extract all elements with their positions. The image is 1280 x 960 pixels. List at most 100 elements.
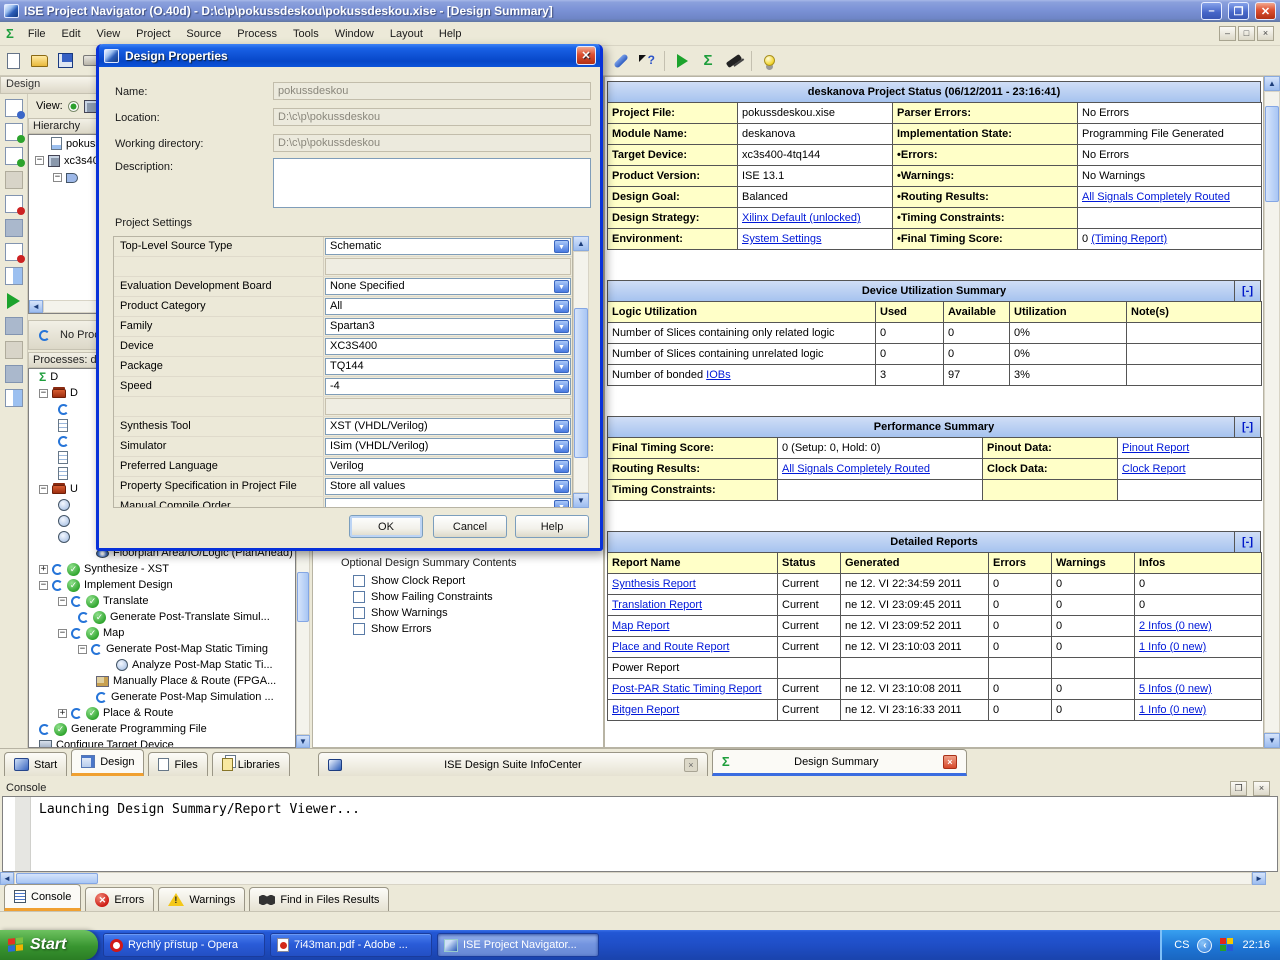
setting-dropdown[interactable]: Schematic	[325, 238, 571, 255]
tab-start[interactable]: Start	[4, 752, 67, 776]
expand-toggle-icon[interactable]: −	[53, 173, 62, 182]
chevron-down-icon[interactable]	[554, 280, 569, 293]
implementation-radio[interactable]	[68, 101, 79, 112]
process-item[interactable]: Generate Post-Map Simulation ...	[29, 689, 295, 705]
antivirus-tray-icon[interactable]	[1220, 938, 1234, 952]
expand-toggle-icon[interactable]: −	[39, 389, 48, 398]
checkbox[interactable]	[353, 575, 365, 587]
chevron-down-icon[interactable]	[554, 300, 569, 313]
setting-dropdown[interactable]: -4	[325, 378, 571, 395]
chevron-down-icon[interactable]	[554, 440, 569, 453]
mdi-close-icon[interactable]: ×	[1257, 26, 1274, 41]
tab-console[interactable]: Console	[4, 884, 81, 911]
chevron-down-icon[interactable]	[554, 360, 569, 373]
expand-toggle-icon[interactable]: −	[58, 597, 67, 606]
expand-toggle-icon[interactable]: −	[39, 485, 48, 494]
process-item[interactable]: − Translate	[29, 593, 295, 609]
run-process-icon[interactable]	[7, 293, 20, 309]
taskbar-item-ise[interactable]: ISE Project Navigator...	[437, 933, 599, 957]
menu-item[interactable]: View	[89, 25, 129, 43]
cancel-button[interactable]: Cancel	[433, 515, 507, 538]
mdi-restore-icon[interactable]: □	[1238, 26, 1255, 41]
process-item[interactable]: + Place & Route	[29, 705, 295, 721]
process-item[interactable]: − Implement Design	[29, 577, 295, 593]
menu-item[interactable]: Help	[431, 25, 470, 43]
analyze-icon[interactable]	[722, 49, 746, 73]
start-button[interactable]: Start	[0, 930, 98, 960]
chevron-down-icon[interactable]	[554, 340, 569, 353]
setting-dropdown[interactable]: Store all values	[325, 478, 571, 495]
menu-item[interactable]: Window	[327, 25, 382, 43]
expand-toggle-icon[interactable]: −	[39, 581, 48, 590]
new-document-icon[interactable]	[1, 49, 25, 73]
setting-dropdown[interactable]: Verilog	[325, 458, 571, 475]
rerun-icon[interactable]	[5, 317, 23, 335]
tab-infocenter[interactable]: ISE Design Suite InfoCenter ×	[318, 752, 708, 776]
chevron-down-icon[interactable]	[554, 380, 569, 393]
checkbox[interactable]	[353, 623, 365, 635]
stop-icon[interactable]	[5, 365, 23, 383]
setting-dropdown[interactable]: TQ144	[325, 358, 571, 375]
setting-dropdown[interactable]	[325, 398, 571, 415]
infos-link[interactable]: 1 Info (0 new)	[1139, 641, 1206, 653]
performance-link[interactable]: All Signals Completely Routed	[782, 463, 930, 475]
float-panel-icon[interactable]: ❐	[1230, 781, 1247, 796]
process-item[interactable]: − Map	[29, 625, 295, 641]
lightbulb-icon[interactable]	[757, 49, 781, 73]
tab-find-in-files[interactable]: Find in Files Results	[249, 887, 389, 911]
setting-dropdown[interactable]: XC3S400	[325, 338, 571, 355]
dialog-close-icon[interactable]: ✕	[576, 46, 596, 65]
menu-item[interactable]: Tools	[285, 25, 327, 43]
tab-design[interactable]: Design	[71, 749, 144, 776]
expand-toggle-icon[interactable]: −	[78, 645, 87, 654]
help-select-icon[interactable]	[635, 49, 659, 73]
open-folder-icon[interactable]	[27, 49, 51, 73]
settings-vscrollbar[interactable]: ▲ ▼	[573, 236, 589, 508]
performance-link[interactable]: Clock Report	[1122, 463, 1186, 475]
menu-item[interactable]: File	[20, 25, 54, 43]
menu-item[interactable]: Edit	[54, 25, 89, 43]
taskbar-item-pdf[interactable]: 7i43man.pdf - Adobe ...	[270, 933, 432, 957]
status-link[interactable]: (Timing Report)	[1091, 233, 1167, 245]
taskbar-item-opera[interactable]: Rychlý přístup - Opera	[103, 933, 265, 957]
process-table-icon[interactable]	[5, 389, 23, 407]
minimize-button[interactable]: –	[1201, 2, 1222, 20]
remove-source-icon[interactable]	[5, 195, 23, 213]
process-item[interactable]: Analyze Post-Map Static Ti...	[29, 657, 295, 673]
setting-dropdown[interactable]: All	[325, 298, 571, 315]
expand-toggle-icon[interactable]: −	[58, 629, 67, 638]
performance-link[interactable]: Pinout Report	[1122, 442, 1189, 454]
tab-errors[interactable]: ✕Errors	[85, 887, 154, 911]
mdi-minimize-icon[interactable]: –	[1219, 26, 1236, 41]
design-check-icon[interactable]	[5, 219, 23, 237]
tab-files[interactable]: Files	[148, 752, 207, 776]
wrench-icon[interactable]	[609, 49, 633, 73]
run-icon[interactable]	[670, 49, 694, 73]
expand-toggle-icon[interactable]: +	[39, 565, 48, 574]
hide-icons-chevron-icon[interactable]: ‹	[1197, 938, 1212, 953]
chevron-down-icon[interactable]	[554, 480, 569, 493]
close-panel-icon[interactable]: ×	[1253, 781, 1270, 796]
summary-icon[interactable]: Σ	[696, 49, 720, 73]
process-item[interactable]: + Synthesize - XST	[29, 561, 295, 577]
collapse-toggle[interactable]: [-]	[1234, 417, 1260, 437]
process-item[interactable]: − Generate Post-Map Static Timing	[29, 641, 295, 657]
setting-dropdown[interactable]: None Specified	[325, 278, 571, 295]
chevron-down-icon[interactable]	[554, 240, 569, 253]
menu-item[interactable]: Process	[229, 25, 285, 43]
status-link[interactable]: Xilinx Default (unlocked)	[742, 212, 861, 224]
expand-toggle-icon[interactable]: −	[35, 156, 44, 165]
tab-design-summary[interactable]: Σ Design Summary ×	[712, 749, 967, 776]
collapse-toggle[interactable]: [-]	[1234, 532, 1260, 552]
table-view-icon[interactable]	[5, 267, 23, 285]
setting-dropdown[interactable]: ISim (VHDL/Verilog)	[325, 438, 571, 455]
language-indicator[interactable]: CS	[1174, 939, 1189, 951]
chevron-down-icon[interactable]	[554, 460, 569, 473]
chevron-down-icon[interactable]	[554, 320, 569, 333]
new-source-icon[interactable]	[5, 99, 23, 117]
utilization-link[interactable]: IOBs	[706, 369, 730, 381]
report-link[interactable]: Map Report	[612, 620, 669, 632]
ok-button[interactable]: OK	[349, 515, 423, 538]
setting-dropdown[interactable]: Spartan3	[325, 318, 571, 335]
status-link[interactable]: All Signals Completely Routed	[1082, 191, 1230, 203]
